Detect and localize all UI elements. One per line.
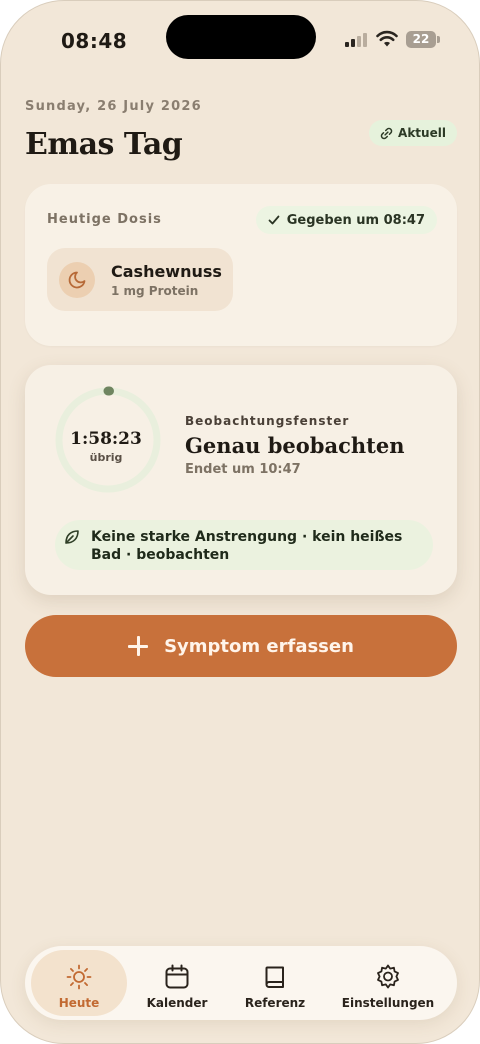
food-chip[interactable]: Cashewnuss 1 mg Protein bbox=[47, 248, 233, 311]
page-title: Emas Tag bbox=[25, 127, 183, 162]
tab-einstellungen[interactable]: Einstellungen bbox=[325, 950, 451, 1016]
phone-screen: 08:48 22 Sunday, 26 July 2026 Emas Tag A… bbox=[0, 0, 480, 1044]
current-badge-label: Aktuell bbox=[398, 126, 446, 140]
tab-label-einstellungen: Einstellungen bbox=[341, 996, 435, 1010]
given-status-badge: Gegeben um 08:47 bbox=[255, 206, 437, 234]
tab-label-heute: Heute bbox=[58, 996, 100, 1010]
tab-label-kalender: Kalender bbox=[146, 996, 208, 1010]
current-badge[interactable]: Aktuell bbox=[369, 120, 457, 146]
observation-title: Genau beobachten bbox=[185, 433, 405, 458]
plus-icon bbox=[128, 636, 149, 656]
tab-kalender[interactable]: Kalender bbox=[129, 950, 225, 1016]
food-icon-circle bbox=[59, 262, 95, 298]
dose-heading: Heutige Dosis bbox=[47, 212, 162, 227]
dose-card: Heutige Dosis Gegeben um 08:47 Cashewnus… bbox=[25, 184, 457, 346]
date-label: Sunday, 26 July 2026 bbox=[25, 99, 202, 114]
gear-icon bbox=[377, 964, 399, 989]
leaf-icon bbox=[65, 530, 79, 544]
add-symptom-label: Symptom erfassen bbox=[164, 635, 354, 657]
food-amount: 1 mg Protein bbox=[111, 284, 199, 298]
calendar-icon bbox=[165, 964, 189, 989]
food-name: Cashewnuss bbox=[111, 262, 222, 281]
observation-end-time: Endet um 10:47 bbox=[185, 462, 301, 477]
book-icon bbox=[265, 966, 284, 988]
advice-banner: Keine starke Anstrengung · kein heißes B… bbox=[55, 520, 433, 570]
signal-icon bbox=[345, 33, 369, 47]
advice-text: Keine starke Anstrengung · kein heißes B… bbox=[91, 529, 403, 563]
timer-remaining-label: übrig bbox=[89, 451, 123, 464]
add-symptom-button[interactable]: Symptom erfassen bbox=[25, 615, 457, 677]
observation-card: 1:58:23 übrig Beobachtungsfenster Genau … bbox=[25, 365, 457, 595]
wifi-icon bbox=[376, 30, 398, 47]
sun-icon bbox=[66, 964, 92, 990]
tab-heute[interactable]: Heute bbox=[31, 950, 127, 1016]
status-time: 08:48 bbox=[61, 29, 128, 53]
battery-tip bbox=[437, 36, 440, 43]
tab-bar: Heute Kalender Referenz Einstellungen bbox=[25, 946, 457, 1020]
check-icon bbox=[268, 215, 280, 225]
observation-window-label: Beobachtungsfenster bbox=[185, 414, 350, 428]
tab-label-referenz: Referenz bbox=[244, 996, 306, 1010]
moon-icon bbox=[68, 271, 86, 289]
given-status-text: Gegeben um 08:47 bbox=[286, 212, 425, 228]
dynamic-island bbox=[166, 15, 316, 59]
link-icon bbox=[380, 127, 393, 139]
battery-indicator: 22 bbox=[406, 31, 436, 48]
timer-value: 1:58:23 bbox=[70, 429, 142, 449]
tab-referenz[interactable]: Referenz bbox=[227, 950, 323, 1016]
